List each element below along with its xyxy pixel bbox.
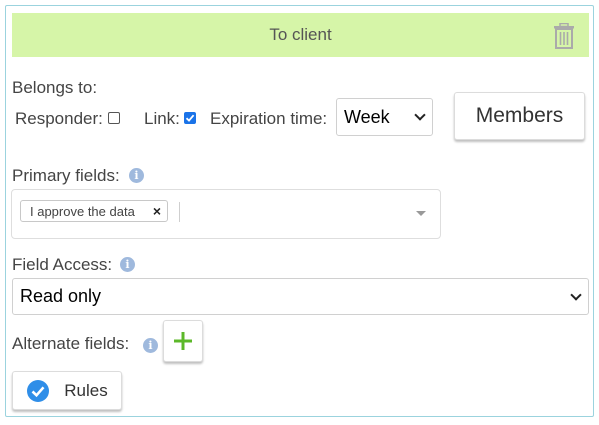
- info-icon[interactable]: i: [143, 338, 158, 353]
- link-label: Link:: [144, 109, 180, 128]
- add-alternate-field-button[interactable]: [163, 320, 203, 362]
- field-access-label: Field Access:: [12, 255, 113, 274]
- responder-label: Responder:: [15, 109, 103, 128]
- rules-button[interactable]: Rules: [12, 371, 122, 410]
- remove-tag-icon[interactable]: ×: [153, 203, 161, 219]
- link-checkbox[interactable]: [184, 112, 196, 124]
- belongs-to-label: Belongs to:: [12, 78, 98, 97]
- rules-button-label: Rules: [64, 380, 108, 400]
- chevron-down-icon: [414, 109, 426, 121]
- check-icon: [185, 114, 195, 122]
- field-access-select[interactable]: Read only: [12, 278, 589, 315]
- check-circle-icon: [27, 379, 50, 402]
- primary-field-tag: I approve the data ×: [20, 200, 168, 222]
- chevron-down-icon: [570, 288, 582, 301]
- primary-fields-label: Primary fields:: [12, 166, 120, 185]
- primary-fields-select[interactable]: I approve the data ×: [11, 189, 441, 239]
- separator: [179, 202, 180, 222]
- plus-icon: [174, 332, 192, 350]
- panel-title: To client: [269, 25, 332, 44]
- field-access-value: Read only: [20, 286, 102, 306]
- expiration-label: Expiration time:: [210, 109, 328, 128]
- expiration-value: Week: [344, 106, 390, 127]
- members-button[interactable]: Members: [454, 92, 585, 140]
- alternate-fields-label: Alternate fields:: [12, 334, 130, 353]
- info-icon[interactable]: i: [120, 257, 135, 272]
- expiration-select[interactable]: Week: [336, 98, 433, 136]
- caret-down-icon[interactable]: [416, 211, 426, 216]
- panel-header: To client: [12, 13, 589, 57]
- trigger-panel: To client Belongs to: Responder: Link: E…: [5, 5, 594, 417]
- info-icon[interactable]: i: [129, 168, 144, 183]
- trash-icon[interactable]: [553, 22, 575, 49]
- members-button-label: Members: [475, 104, 564, 127]
- tag-label: I approve the data: [30, 203, 135, 219]
- responder-checkbox[interactable]: [108, 112, 120, 124]
